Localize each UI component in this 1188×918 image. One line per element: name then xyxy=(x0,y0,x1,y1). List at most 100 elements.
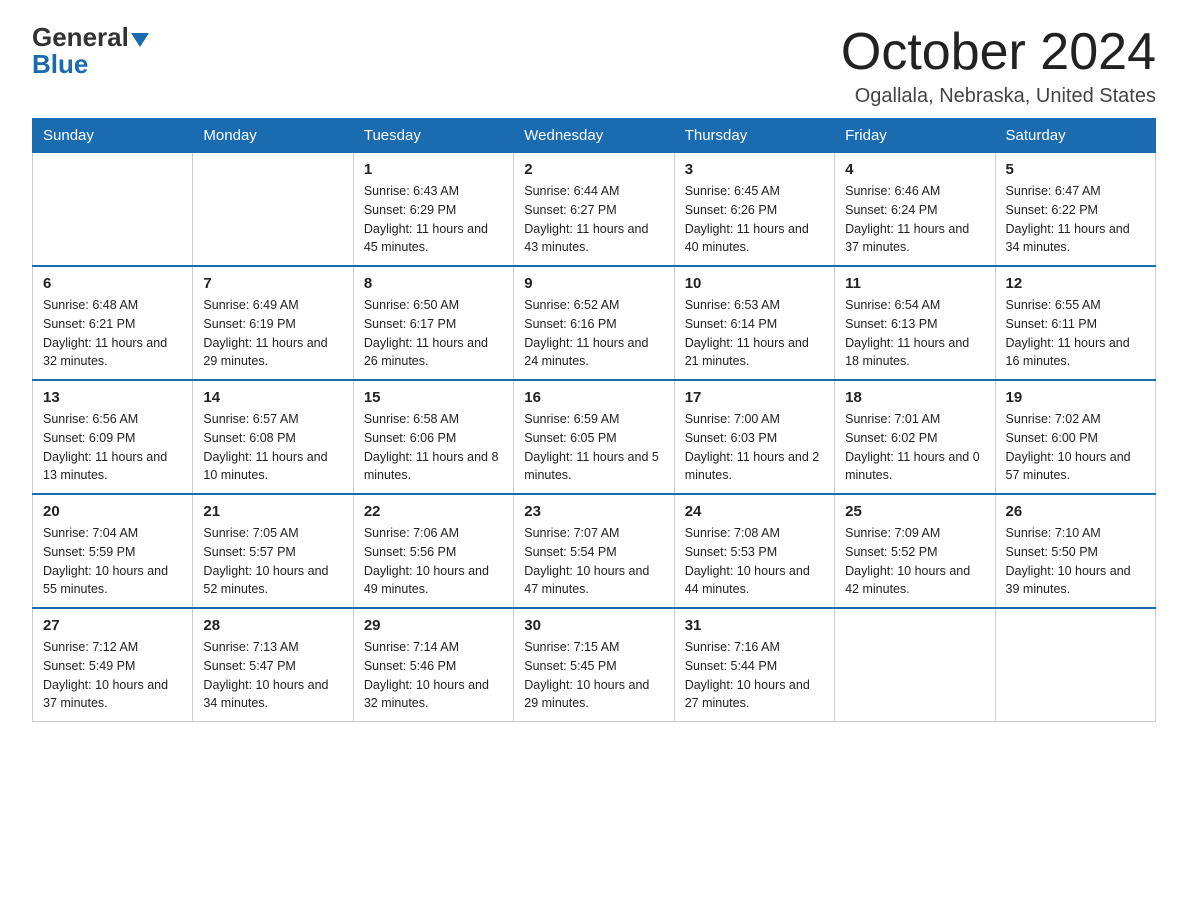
day-number: 29 xyxy=(364,617,503,634)
day-info: Sunrise: 6:44 AM Sunset: 6:27 PM Dayligh… xyxy=(524,182,663,257)
day-info: Sunrise: 6:56 AM Sunset: 6:09 PM Dayligh… xyxy=(43,410,182,485)
day-number: 27 xyxy=(43,617,182,634)
calendar-week-row: 20Sunrise: 7:04 AM Sunset: 5:59 PM Dayli… xyxy=(33,494,1156,608)
logo-blue-text: Blue xyxy=(32,51,88,77)
day-number: 19 xyxy=(1006,389,1145,406)
calendar-cell: 27 Sunrise: 7:12 AM Sunset: 5:49 PM Dayli… xyxy=(33,608,193,722)
calendar-cell: 2 Sunrise: 6:44 AM Sunset: 6:27 PM Daylig… xyxy=(514,153,674,267)
day-info: Sunrise: 6:48 AM Sunset: 6:21 PM Dayligh… xyxy=(43,296,182,371)
column-header-friday: Friday xyxy=(835,119,995,153)
day-info: Sunrise: 7:08 AM Sunset: 5:53 PM Dayligh… xyxy=(685,524,824,599)
calendar-cell: 17 Sunrise: 7:00 AM Sunset: 6:03 PM Dayli… xyxy=(674,380,834,494)
column-header-thursday: Thursday xyxy=(674,119,834,153)
calendar-cell xyxy=(835,608,995,722)
calendar-cell: 28 Sunrise: 7:13 AM Sunset: 5:47 PM Dayli… xyxy=(193,608,353,722)
day-info: Sunrise: 6:46 AM Sunset: 6:24 PM Dayligh… xyxy=(845,182,984,257)
day-number: 16 xyxy=(524,389,663,406)
day-info: Sunrise: 6:50 AM Sunset: 6:17 PM Dayligh… xyxy=(364,296,503,371)
day-number: 14 xyxy=(203,389,342,406)
calendar-cell: 8 Sunrise: 6:50 AM Sunset: 6:17 PM Daylig… xyxy=(353,266,513,380)
calendar-table: SundayMondayTuesdayWednesdayThursdayFrid… xyxy=(32,118,1156,722)
day-info: Sunrise: 6:53 AM Sunset: 6:14 PM Dayligh… xyxy=(685,296,824,371)
calendar-cell: 26Sunrise: 7:10 AM Sunset: 5:50 PM Dayli… xyxy=(995,494,1155,608)
calendar-cell: 19 Sunrise: 7:02 AM Sunset: 6:00 PM Dayli… xyxy=(995,380,1155,494)
day-info: Sunrise: 7:13 AM Sunset: 5:47 PM Dayligh… xyxy=(203,638,342,713)
calendar-header-row: SundayMondayTuesdayWednesdayThursdayFrid… xyxy=(33,119,1156,153)
day-info: Sunrise: 6:43 AM Sunset: 6:29 PM Dayligh… xyxy=(364,182,503,257)
day-info: Sunrise: 7:00 AM Sunset: 6:03 PM Dayligh… xyxy=(685,410,824,485)
column-header-sunday: Sunday xyxy=(33,119,193,153)
calendar-cell: 22Sunrise: 7:06 AM Sunset: 5:56 PM Dayli… xyxy=(353,494,513,608)
day-info: Sunrise: 7:02 AM Sunset: 6:00 PM Dayligh… xyxy=(1006,410,1145,485)
day-info: Sunrise: 6:54 AM Sunset: 6:13 PM Dayligh… xyxy=(845,296,984,371)
day-number: 30 xyxy=(524,617,663,634)
day-info: Sunrise: 7:12 AM Sunset: 5:49 PM Dayligh… xyxy=(43,638,182,713)
day-number: 2 xyxy=(524,161,663,178)
day-number: 4 xyxy=(845,161,984,178)
column-header-monday: Monday xyxy=(193,119,353,153)
calendar-cell: 7 Sunrise: 6:49 AM Sunset: 6:19 PM Daylig… xyxy=(193,266,353,380)
column-header-tuesday: Tuesday xyxy=(353,119,513,153)
calendar-cell: 16Sunrise: 6:59 AM Sunset: 6:05 PM Dayli… xyxy=(514,380,674,494)
day-number: 25 xyxy=(845,503,984,520)
column-header-wednesday: Wednesday xyxy=(514,119,674,153)
day-number: 10 xyxy=(685,275,824,292)
day-number: 6 xyxy=(43,275,182,292)
location: Ogallala, Nebraska, United States xyxy=(841,85,1156,108)
day-number: 12 xyxy=(1006,275,1145,292)
calendar-week-row: 27 Sunrise: 7:12 AM Sunset: 5:49 PM Dayli… xyxy=(33,608,1156,722)
calendar-cell: 6 Sunrise: 6:48 AM Sunset: 6:21 PM Daylig… xyxy=(33,266,193,380)
calendar-cell: 30 Sunrise: 7:15 AM Sunset: 5:45 PM Dayli… xyxy=(514,608,674,722)
calendar-cell: 4 Sunrise: 6:46 AM Sunset: 6:24 PM Daylig… xyxy=(835,153,995,267)
day-number: 23 xyxy=(524,503,663,520)
calendar-cell xyxy=(995,608,1155,722)
calendar-cell: 24Sunrise: 7:08 AM Sunset: 5:53 PM Dayli… xyxy=(674,494,834,608)
calendar-cell: 29 Sunrise: 7:14 AM Sunset: 5:46 PM Dayli… xyxy=(353,608,513,722)
month-title: October 2024 xyxy=(841,24,1156,81)
day-info: Sunrise: 7:10 AM Sunset: 5:50 PM Dayligh… xyxy=(1006,524,1145,599)
day-info: Sunrise: 7:07 AM Sunset: 5:54 PM Dayligh… xyxy=(524,524,663,599)
calendar-cell: 9 Sunrise: 6:52 AM Sunset: 6:16 PM Daylig… xyxy=(514,266,674,380)
day-number: 18 xyxy=(845,389,984,406)
day-number: 28 xyxy=(203,617,342,634)
calendar-cell: 3Sunrise: 6:45 AM Sunset: 6:26 PM Daylig… xyxy=(674,153,834,267)
day-info: Sunrise: 7:04 AM Sunset: 5:59 PM Dayligh… xyxy=(43,524,182,599)
day-number: 8 xyxy=(364,275,503,292)
calendar-cell: 15Sunrise: 6:58 AM Sunset: 6:06 PM Dayli… xyxy=(353,380,513,494)
calendar-week-row: 6 Sunrise: 6:48 AM Sunset: 6:21 PM Daylig… xyxy=(33,266,1156,380)
day-info: Sunrise: 7:16 AM Sunset: 5:44 PM Dayligh… xyxy=(685,638,824,713)
calendar-cell: 1 Sunrise: 6:43 AM Sunset: 6:29 PM Daylig… xyxy=(353,153,513,267)
calendar-cell: 11Sunrise: 6:54 AM Sunset: 6:13 PM Dayli… xyxy=(835,266,995,380)
calendar-cell: 23 Sunrise: 7:07 AM Sunset: 5:54 PM Dayli… xyxy=(514,494,674,608)
day-info: Sunrise: 7:14 AM Sunset: 5:46 PM Dayligh… xyxy=(364,638,503,713)
day-number: 17 xyxy=(685,389,824,406)
calendar-cell xyxy=(193,153,353,267)
logo: General Blue xyxy=(32,24,149,77)
day-number: 31 xyxy=(685,617,824,634)
day-info: Sunrise: 7:15 AM Sunset: 5:45 PM Dayligh… xyxy=(524,638,663,713)
calendar-cell: 25 Sunrise: 7:09 AM Sunset: 5:52 PM Dayli… xyxy=(835,494,995,608)
day-info: Sunrise: 6:49 AM Sunset: 6:19 PM Dayligh… xyxy=(203,296,342,371)
day-number: 3 xyxy=(685,161,824,178)
day-number: 13 xyxy=(43,389,182,406)
day-info: Sunrise: 6:57 AM Sunset: 6:08 PM Dayligh… xyxy=(203,410,342,485)
day-info: Sunrise: 6:47 AM Sunset: 6:22 PM Dayligh… xyxy=(1006,182,1145,257)
day-number: 1 xyxy=(364,161,503,178)
column-header-saturday: Saturday xyxy=(995,119,1155,153)
page-header: General Blue October 2024 Ogallala, Nebr… xyxy=(32,24,1156,108)
day-info: Sunrise: 7:06 AM Sunset: 5:56 PM Dayligh… xyxy=(364,524,503,599)
day-number: 5 xyxy=(1006,161,1145,178)
day-info: Sunrise: 7:09 AM Sunset: 5:52 PM Dayligh… xyxy=(845,524,984,599)
calendar-cell xyxy=(33,153,193,267)
day-info: Sunrise: 7:01 AM Sunset: 6:02 PM Dayligh… xyxy=(845,410,984,485)
calendar-cell: 31 Sunrise: 7:16 AM Sunset: 5:44 PM Dayli… xyxy=(674,608,834,722)
logo-triangle-icon xyxy=(131,33,149,47)
calendar-week-row: 13 Sunrise: 6:56 AM Sunset: 6:09 PM Dayli… xyxy=(33,380,1156,494)
day-number: 9 xyxy=(524,275,663,292)
day-info: Sunrise: 6:52 AM Sunset: 6:16 PM Dayligh… xyxy=(524,296,663,371)
day-info: Sunrise: 7:05 AM Sunset: 5:57 PM Dayligh… xyxy=(203,524,342,599)
logo-general-text: General xyxy=(32,22,129,52)
calendar-cell: 13 Sunrise: 6:56 AM Sunset: 6:09 PM Dayli… xyxy=(33,380,193,494)
day-info: Sunrise: 6:55 AM Sunset: 6:11 PM Dayligh… xyxy=(1006,296,1145,371)
day-number: 7 xyxy=(203,275,342,292)
